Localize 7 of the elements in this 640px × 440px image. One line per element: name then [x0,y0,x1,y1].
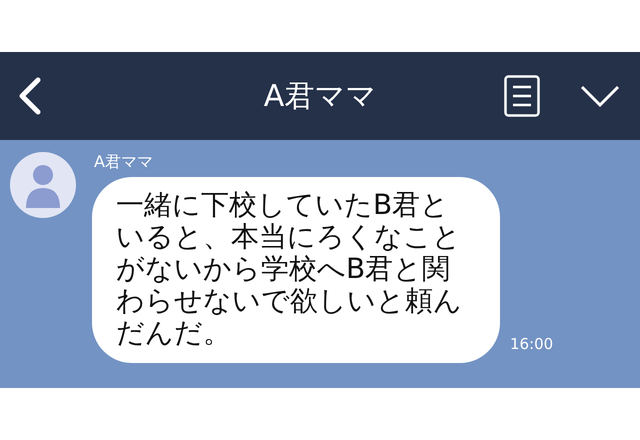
message-bubble: 一緒に下校していたB君といると、本当にろくなことがないから学校へB君と関わらせないで欲しいと頼んだんだ。 [92,177,500,363]
avatar-icon [10,152,76,218]
message-time: 16:00 [510,335,554,353]
menu-icon[interactable] [504,75,540,117]
chat-title: A君ママ [262,78,378,116]
chevron-down-icon[interactable] [580,85,620,107]
sender-name: A君ママ [94,152,153,173]
